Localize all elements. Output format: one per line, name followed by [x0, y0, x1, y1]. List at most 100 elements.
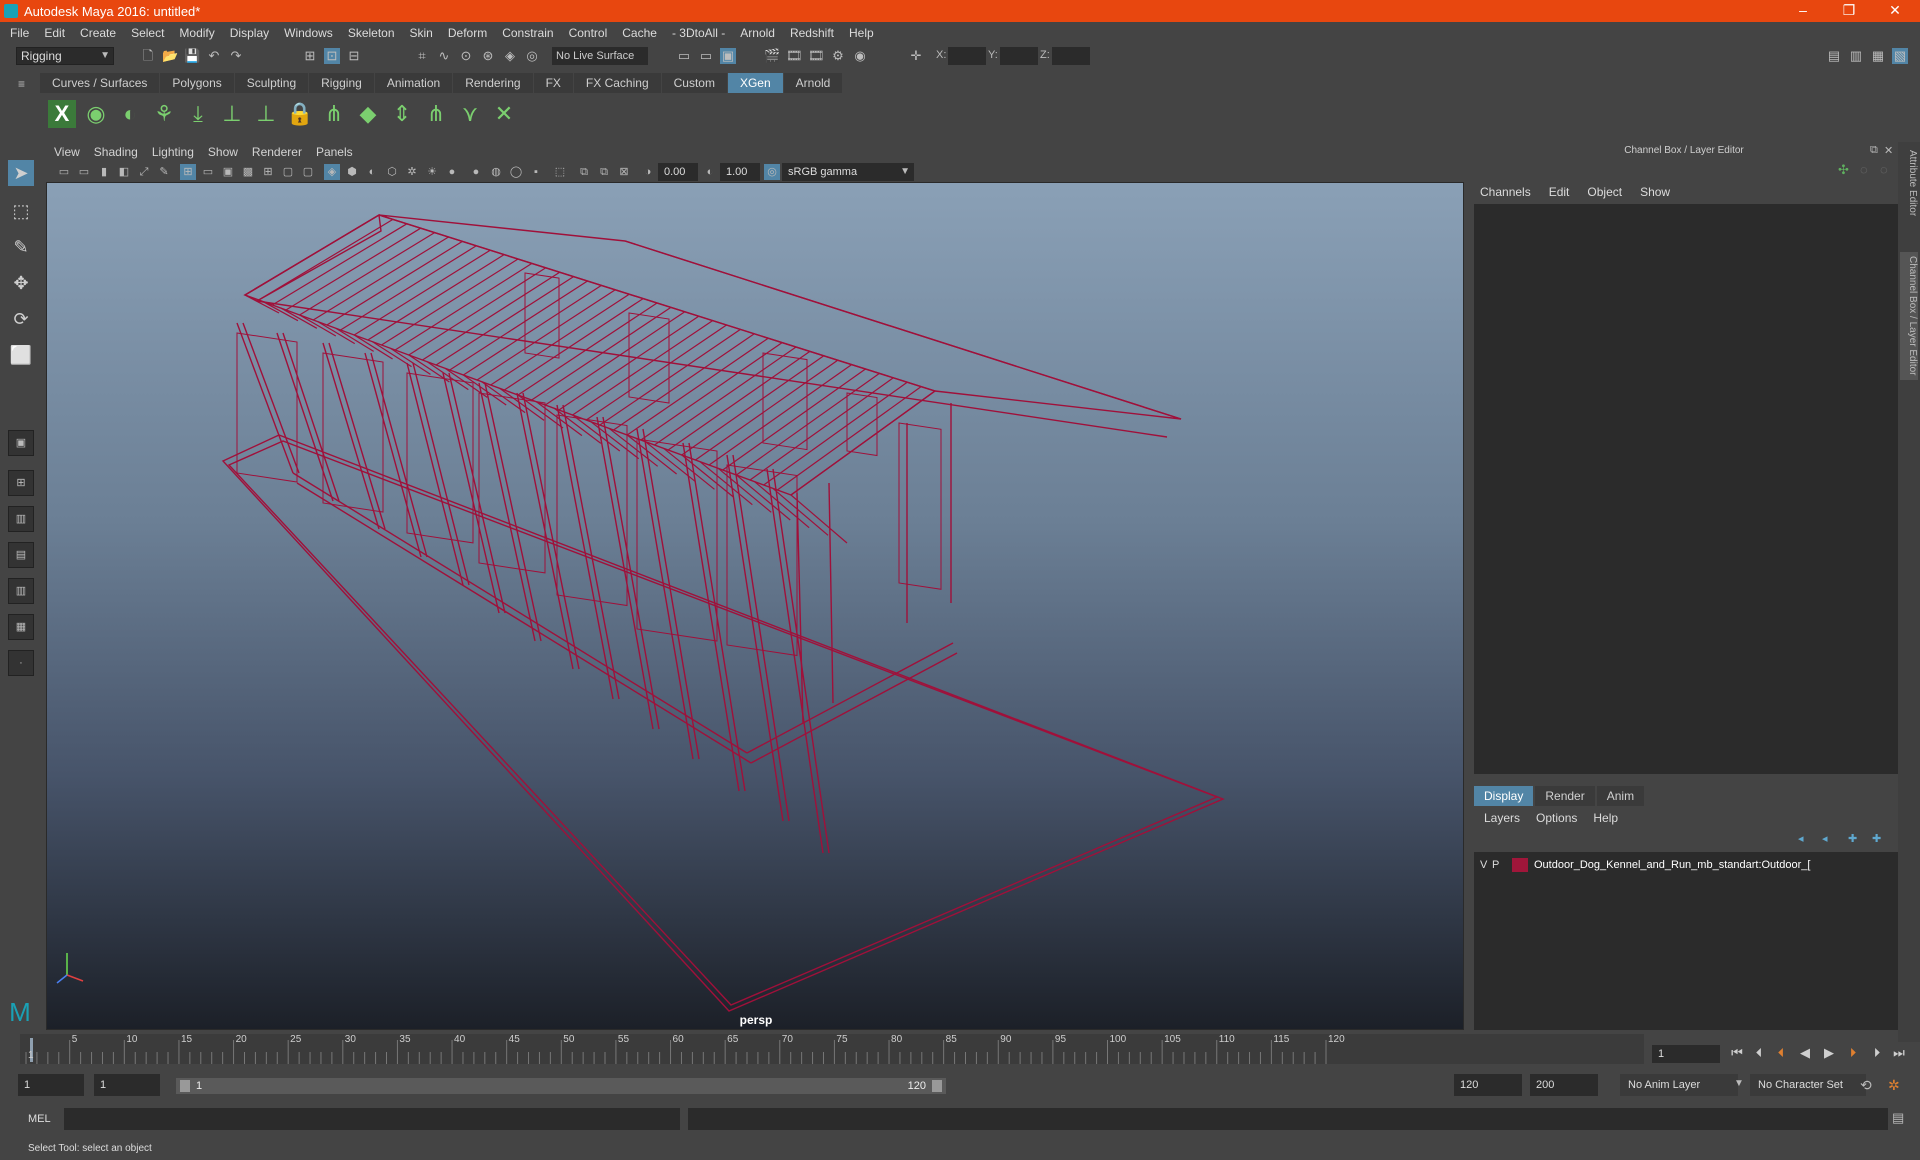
- viewport-menu-panels[interactable]: Panels: [316, 145, 353, 159]
- time-slider[interactable]: 1 5 10 15 20 25 30 35 40 45 50 55 60 65 70 75 80 85 90 95 10…: [20, 1034, 1644, 1064]
- redo-icon[interactable]: ↷: [228, 48, 244, 64]
- rotate-tool-icon[interactable]: ⟳: [8, 306, 34, 332]
- xgen-grass-icon[interactable]: ⋔: [422, 100, 450, 128]
- viewport-menu-show[interactable]: Show: [208, 145, 238, 159]
- script-editor-icon[interactable]: ▤: [1892, 1110, 1910, 1128]
- paint-select-tool-icon[interactable]: ✎: [8, 234, 34, 260]
- transform-constraint-icon[interactable]: ✛: [908, 48, 924, 64]
- anim-layer-dropdown[interactable]: No Anim Layer: [1620, 1074, 1738, 1096]
- new-empty-layer-icon[interactable]: ✚: [1848, 832, 1862, 846]
- tab-sculpting[interactable]: Sculpting: [234, 73, 309, 93]
- default-material-icon[interactable]: ◐: [364, 164, 380, 180]
- animation-preferences-icon[interactable]: ✲: [1888, 1077, 1906, 1095]
- select-tool-icon[interactable]: ➤: [8, 160, 34, 186]
- shadows-icon[interactable]: ●: [444, 164, 460, 180]
- tab-polygons[interactable]: Polygons: [160, 73, 234, 93]
- menu-deform[interactable]: Deform: [448, 26, 487, 40]
- viewport-menu-renderer[interactable]: Renderer: [252, 145, 302, 159]
- tab-rendering[interactable]: Rendering: [453, 73, 533, 93]
- menu-windows[interactable]: Windows: [284, 26, 333, 40]
- options-menu[interactable]: Options: [1536, 811, 1577, 825]
- tab-curves-surfaces[interactable]: Curves / Surfaces: [40, 73, 160, 93]
- snap-grid-icon[interactable]: ⌗: [414, 48, 430, 64]
- go-to-end-icon[interactable]: ⏭: [1890, 1044, 1908, 1062]
- close-button[interactable]: ✕: [1872, 0, 1918, 22]
- playback-start-field[interactable]: 1: [94, 1074, 160, 1096]
- ipr-render-icon[interactable]: 🎞: [808, 48, 825, 64]
- undo-icon[interactable]: ↶: [206, 48, 222, 64]
- y-field[interactable]: [1000, 47, 1038, 65]
- new-scene-icon[interactable]: 🗋: [140, 48, 156, 64]
- tab-xgen[interactable]: XGen: [727, 73, 783, 93]
- viewport-menu-shading[interactable]: Shading: [94, 145, 138, 159]
- step-back-key-icon[interactable]: ⏴: [1772, 1044, 1790, 1062]
- channel-box-side-tab[interactable]: Channel Box / Layer Editor: [1900, 252, 1918, 380]
- hyper-icon[interactable]: ◌: [1880, 162, 1896, 178]
- use-all-lights-icon[interactable]: ☀: [424, 164, 440, 180]
- channel-box-toggle-icon[interactable]: ▧: [1892, 48, 1908, 64]
- live-surface-field[interactable]: No Live Surface: [552, 47, 648, 65]
- attribute-editor-toggle-icon[interactable]: ▥: [1848, 48, 1864, 64]
- xgen-normalize-icon[interactable]: ⇕: [388, 100, 416, 128]
- safe-action-icon[interactable]: ▢: [280, 164, 296, 180]
- tab-custom[interactable]: Custom: [661, 73, 727, 93]
- screen-space-ao-icon[interactable]: ●: [468, 164, 484, 180]
- xgen-lock-guide-icon[interactable]: 🔒: [286, 100, 314, 128]
- save-scene-icon[interactable]: 💾: [184, 48, 200, 64]
- move-layer-down-icon[interactable]: ◂: [1822, 832, 1836, 846]
- menu-control[interactable]: Control: [569, 26, 608, 40]
- hypershade-icon[interactable]: ◉: [852, 48, 868, 64]
- resolution-gate-icon[interactable]: ▣: [220, 164, 236, 180]
- animation-start-field[interactable]: 1: [18, 1074, 84, 1096]
- xray-components-icon[interactable]: ⊠: [616, 164, 632, 180]
- 2d-pan-zoom-icon[interactable]: ⤢: [136, 164, 152, 180]
- menu-modify[interactable]: Modify: [179, 26, 214, 40]
- menu-redshift[interactable]: Redshift: [790, 26, 834, 40]
- hypershade-layout-icon[interactable]: ▦: [8, 614, 34, 640]
- exposure-field[interactable]: 0.00: [658, 163, 698, 181]
- bookmark-icon[interactable]: ▮: [96, 164, 112, 180]
- menu-select[interactable]: Select: [131, 26, 164, 40]
- select-object-icon[interactable]: ⊡: [324, 48, 340, 64]
- snap-curve-icon[interactable]: ∿: [436, 48, 452, 64]
- restore-button[interactable]: ❐: [1826, 0, 1872, 22]
- motion-blur-icon[interactable]: ◍: [488, 164, 504, 180]
- output-ops-icon[interactable]: ▭: [698, 48, 714, 64]
- layer-row[interactable]: V P Outdoor_Dog_Kennel_and_Run_mb_standa…: [1480, 856, 1888, 874]
- menu-constrain[interactable]: Constrain: [502, 26, 553, 40]
- menu-set-dropdown[interactable]: Rigging ▼: [16, 47, 114, 65]
- manipulator-icon[interactable]: ✣: [1838, 162, 1854, 178]
- animation-end-field[interactable]: 200: [1530, 1074, 1598, 1096]
- gamma-icon[interactable]: ◐: [702, 164, 718, 180]
- channel-box-body[interactable]: [1474, 204, 1898, 774]
- menu-3dtoall[interactable]: - 3DtoAll -: [672, 26, 725, 40]
- tab-display-layers[interactable]: Display: [1474, 786, 1534, 806]
- current-frame-field[interactable]: 1: [1652, 1045, 1720, 1063]
- tab-fx[interactable]: FX: [533, 73, 573, 93]
- menu-arnold[interactable]: Arnold: [740, 26, 775, 40]
- tab-rigging[interactable]: Rigging: [309, 73, 374, 93]
- menu-skin[interactable]: Skin: [410, 26, 433, 40]
- textured-icon[interactable]: ✲: [404, 164, 420, 180]
- speed-icon[interactable]: ◌: [1860, 162, 1876, 178]
- range-start-handle[interactable]: [180, 1080, 190, 1092]
- xray-icon[interactable]: ⧉: [576, 164, 592, 180]
- snap-point-icon[interactable]: ⊙: [458, 48, 474, 64]
- show-menu[interactable]: Show: [1640, 185, 1670, 199]
- menu-help[interactable]: Help: [849, 26, 874, 40]
- tab-arnold[interactable]: Arnold: [783, 73, 843, 93]
- menu-cache[interactable]: Cache: [622, 26, 657, 40]
- isolate-select-icon[interactable]: ⬚: [552, 164, 568, 180]
- menu-skeleton[interactable]: Skeleton: [348, 26, 395, 40]
- play-forward-icon[interactable]: ▶: [1820, 1044, 1838, 1062]
- wireframe-on-shaded-icon[interactable]: ⬡: [384, 164, 400, 180]
- tab-animation[interactable]: Animation: [374, 73, 453, 93]
- xgen-add-guide-icon[interactable]: ⊥: [218, 100, 246, 128]
- xgen-preview-icon[interactable]: ◉: [82, 100, 110, 128]
- command-language-label[interactable]: MEL: [28, 1113, 51, 1125]
- maya-home-icon[interactable]: M: [4, 996, 36, 1028]
- auto-key-icon[interactable]: ⟲: [1860, 1077, 1878, 1095]
- float-panel-icon[interactable]: ⧉: [1870, 144, 1884, 158]
- modeling-toolkit-icon[interactable]: ▤: [1826, 48, 1842, 64]
- help-menu[interactable]: Help: [1593, 811, 1618, 825]
